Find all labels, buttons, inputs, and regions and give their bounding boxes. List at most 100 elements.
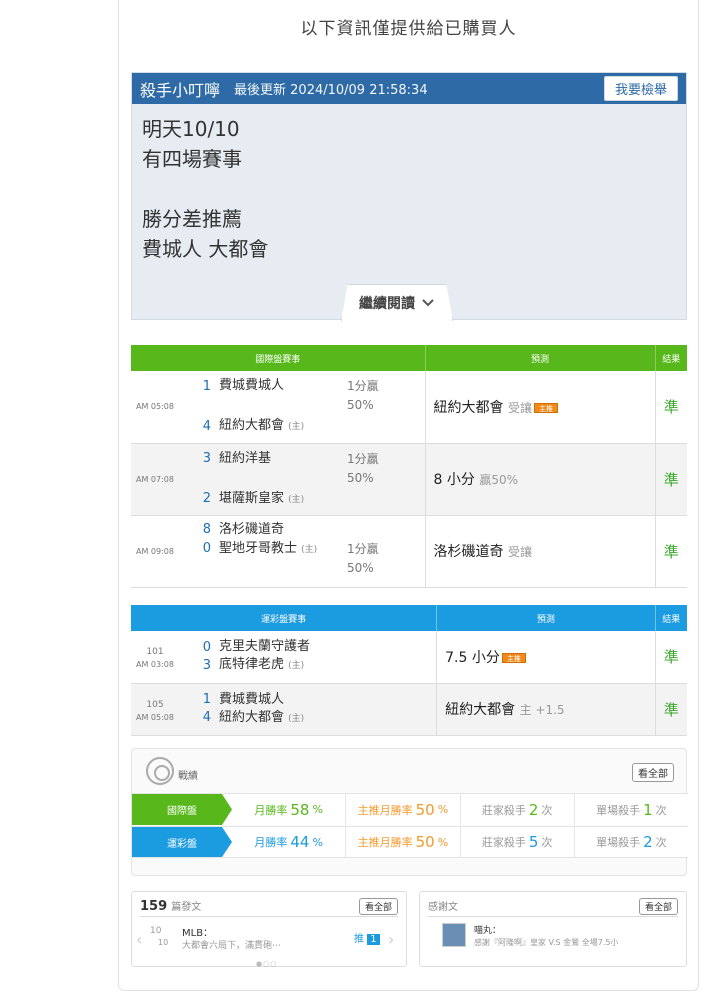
post-fade — [132, 258, 686, 288]
result: 準 — [654, 515, 687, 588]
game-time: AM 05:08 — [131, 371, 179, 444]
prediction: 紐約大都會 主 +1.5 — [436, 683, 655, 736]
read-more-button[interactable]: 繼續閱讀 — [341, 284, 453, 321]
prediction: 紐約大都會 受讓 主推 — [424, 371, 655, 444]
prediction-note: 受讓 — [507, 545, 532, 559]
month-rate-label: 月勝率 — [254, 836, 288, 849]
main-rate-value: 50 — [415, 800, 435, 819]
record-view-all-button[interactable]: 看全部 — [632, 763, 674, 782]
single-value: 1 — [643, 800, 653, 819]
read-more-label: 繼續閱讀 — [359, 296, 415, 312]
main-rate-label: 主推月勝率 — [357, 836, 413, 849]
article-excerpt[interactable]: 大都會六局下，滿貫砲⋯ — [182, 938, 281, 951]
home-mark: (主) — [288, 494, 305, 505]
sport-prediction-header: 預測 — [436, 605, 656, 631]
single-label: 單場殺手 — [596, 803, 641, 817]
article-date-day: 10 — [150, 926, 162, 936]
sport-result-header: 結果 — [655, 605, 687, 631]
home-score: 4 — [202, 710, 211, 725]
prediction-pick: 紐約大都會 — [445, 702, 516, 718]
odds-pct: 50% — [347, 560, 374, 575]
main-rate-label: 主推月勝率 — [357, 803, 413, 817]
prediction: 7.5 小分 主推 — [436, 631, 655, 684]
record-row-sport: 運彩盤 月勝率 44% 主推月勝率 50% 莊家殺手 5 次 單場殺手 2 次 — [132, 826, 688, 858]
away-score: 0 — [202, 639, 211, 655]
home-team: 堪薩斯皇家 — [219, 490, 285, 506]
table-row: AM 07:08 3 2 紐約洋基 堪薩斯皇家 (主) 1分贏 50% 8 小分 贏5… — [131, 443, 687, 516]
times-label: 次 — [541, 803, 553, 817]
prediction: 8 小分 贏50% — [424, 443, 655, 516]
odds-pct: 50% — [347, 470, 374, 485]
home-team: 紐約大都會 — [219, 418, 285, 434]
home-team: 紐約大都會 — [219, 709, 285, 725]
home-mark: (主) — [288, 661, 305, 672]
home-score: 2 — [202, 491, 211, 506]
post-updated: 最後更新 2024/10/09 21:58:34 — [234, 83, 428, 98]
main-rate-value: 50 — [415, 833, 435, 851]
record-row-intl: 國際盤 月勝率 58% 主推月勝率 50% 莊家殺手 2 次 單場殺手 1 次 — [132, 793, 688, 825]
game-time: AM 05:08 — [136, 712, 174, 722]
carousel-dots: ●○○ — [256, 960, 278, 968]
home-team: 底特律老虎 — [219, 657, 285, 673]
report-button[interactable]: 我要檢舉 — [603, 76, 678, 101]
article-title[interactable]: MLB： — [182, 924, 213, 939]
home-mark: (主) — [288, 422, 305, 433]
odds-pct: 50% — [347, 398, 374, 412]
home-score: 4 — [202, 418, 211, 434]
push-label: 推 — [354, 934, 364, 945]
game-no: 101 — [146, 647, 164, 658]
record-panel: 戰績 看全部 國際盤 月勝率 58% 主推月勝率 50% 莊家殺手 2 次 單場殺手 1 次… — [131, 748, 688, 876]
table-row: 105 AM 05:08 1 4 費城費城人 紐約大都會 (主) 紐約大都會 主 +1… — [131, 683, 687, 736]
prediction-pick: 洛杉磯道奇 — [433, 544, 504, 560]
banker-label: 莊家殺手 — [481, 803, 526, 817]
result: 準 — [654, 631, 687, 684]
times-label: 次 — [655, 836, 667, 849]
post-line: 明天10/10 — [142, 117, 240, 141]
game-time: AM 07:08 — [131, 443, 179, 516]
banker-value: 5 — [528, 833, 539, 851]
pct-sign: % — [312, 803, 323, 816]
post-line — [142, 174, 676, 204]
single-value: 2 — [643, 833, 653, 851]
article-count: 159 — [140, 899, 168, 914]
home-score: 0 — [202, 540, 211, 556]
pct-sign: % — [437, 803, 449, 816]
result: 準 — [654, 443, 687, 516]
record-label: 國際盤 — [132, 794, 232, 825]
result: 準 — [654, 683, 687, 736]
game-time: AM 03:08 — [136, 660, 174, 670]
sport-lottery-table: 運彩盤賽事 預測 結果 101 AM 03:08 0 3 克里夫蘭守護者 底特律老虎 … — [131, 605, 687, 736]
thanks-card: 感謝文 看全部 喵丸： 感謝『阿隆啊』皇家 V.S 金鶯 全場7.5小 — [419, 891, 687, 967]
thanks-user[interactable]: 喵丸： — [474, 923, 501, 936]
intl-prediction-header: 預測 — [425, 345, 656, 371]
thanks-title: 感謝文 — [428, 902, 458, 913]
month-rate-label: 月勝率 — [254, 803, 288, 817]
articles-view-all-button[interactable]: 看全部 — [358, 898, 398, 915]
chevron-right-icon[interactable]: › — [388, 930, 394, 949]
away-score: 3 — [202, 451, 211, 466]
chevron-left-icon[interactable]: ‹ — [136, 930, 142, 949]
prediction-note: 主 +1.5 — [519, 703, 565, 717]
avatar[interactable] — [442, 923, 466, 947]
prediction-pick: 7.5 小分 — [445, 649, 500, 666]
sport-games-header: 運彩盤賽事 — [131, 605, 438, 631]
push-value: 1 — [367, 934, 380, 945]
thanks-view-all-button[interactable]: 看全部 — [638, 898, 678, 915]
prediction: 洛杉磯道奇 受讓 — [424, 515, 655, 588]
record-title: 戰績 — [178, 771, 198, 782]
banker-label: 莊家殺手 — [481, 836, 526, 849]
away-team: 費城費城人 — [219, 691, 285, 707]
target-icon — [146, 757, 174, 785]
post-body: 明天10/10 有四場賽事 勝分差推薦 費城人 大都會 — [132, 104, 686, 274]
post-author[interactable]: 殺手小叮嚀 — [140, 77, 220, 101]
result: 準 — [654, 371, 687, 444]
content-frame: 以下資訊僅提供給已購買人 殺手小叮嚀 最後更新 2024/10/09 21:58… — [118, 0, 699, 991]
intl-games-table: 國際盤賽事 預測 結果 AM 05:08 1 4 費城費城人 紐約大都會 (主) 1… — [131, 345, 687, 588]
post-header: 殺手小叮嚀 最後更新 2024/10/09 21:58:34 我要檢舉 — [132, 73, 686, 104]
main-pick-tag: 主推 — [501, 652, 526, 663]
intl-games-header: 國際盤賽事 — [131, 345, 426, 371]
article-count-label: 篇發文 — [171, 902, 202, 913]
away-score: 8 — [202, 521, 211, 537]
thanks-text[interactable]: 感謝『阿隆啊』皇家 V.S 金鶯 全場7.5小 — [474, 937, 618, 948]
times-label: 次 — [541, 836, 553, 849]
